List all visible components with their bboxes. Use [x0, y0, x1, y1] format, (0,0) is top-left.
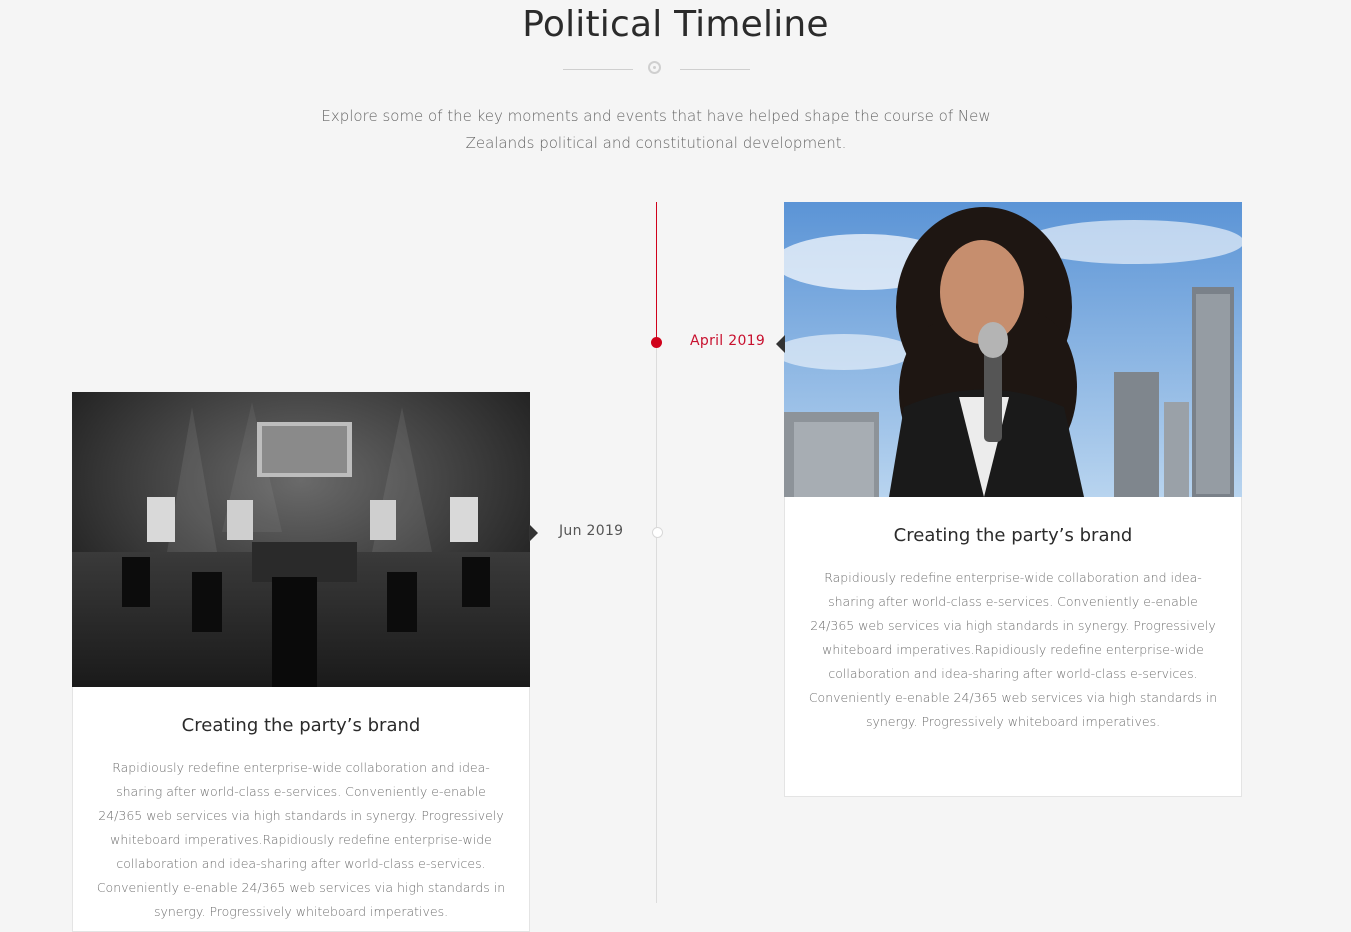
timeline-node-active[interactable]: [651, 337, 662, 348]
timeline-node[interactable]: [652, 527, 663, 538]
divider-circle-icon: [648, 61, 661, 74]
intro-text: Explore some of the key moments and even…: [321, 107, 991, 152]
timeline-card[interactable]: Creating the party’s brand Rapidiously r…: [72, 392, 538, 932]
card-pointer-arrow: [529, 524, 538, 542]
timeline-card[interactable]: Creating the party’s brand Rapidiously r…: [776, 202, 1242, 797]
event-date[interactable]: Jun 2019: [559, 523, 623, 539]
title-divider-right: [680, 69, 750, 70]
card-title: Creating the party’s brand: [893, 525, 1133, 546]
card-pointer-arrow: [776, 335, 785, 353]
card-description: Rapidiously redefine enterprise-wide col…: [96, 760, 506, 919]
event-date[interactable]: April 2019: [690, 333, 765, 349]
timeline-axis: [656, 342, 657, 903]
title-divider-left: [563, 69, 633, 70]
page-title: Political Timeline: [522, 4, 829, 45]
timeline-axis-active: [656, 202, 657, 342]
event-hall-photo: [72, 392, 530, 687]
card-description: Rapidiously redefine enterprise-wide col…: [808, 570, 1218, 729]
card-title: Creating the party’s brand: [181, 715, 421, 736]
woman-speaking-microphone-photo: [784, 202, 1242, 497]
